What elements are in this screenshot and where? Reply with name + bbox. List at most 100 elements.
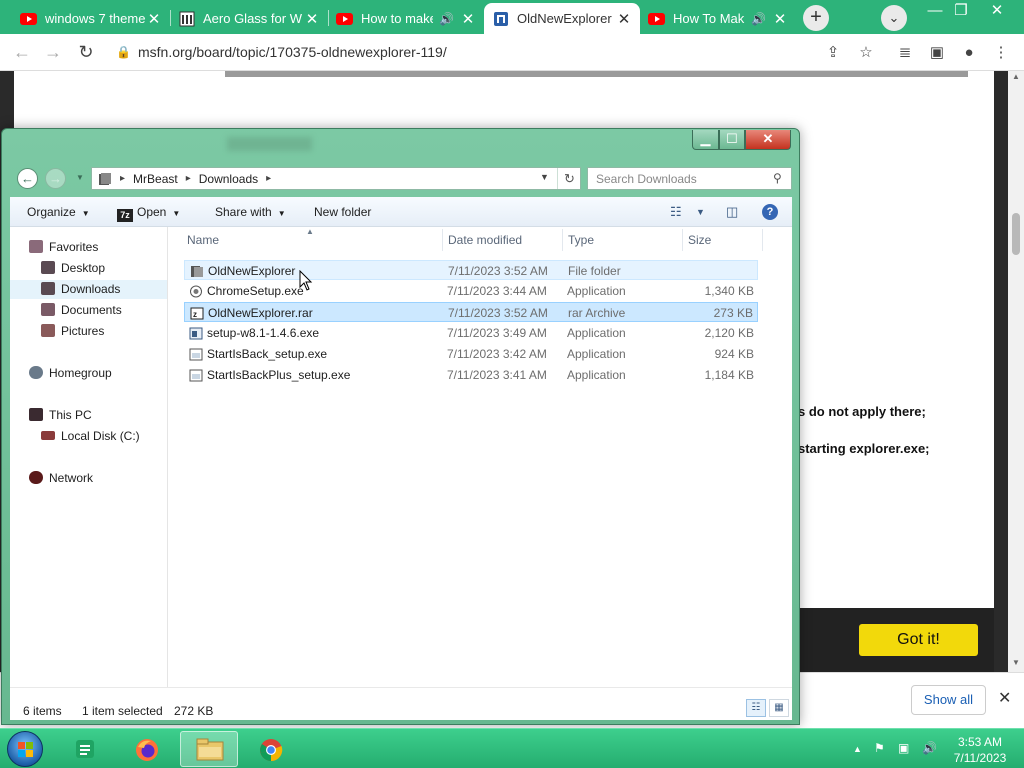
table-row[interactable]: z OldNewExplorer.rar 7/11/2023 3:52 AM r… bbox=[184, 302, 758, 322]
close-tab-icon[interactable]: ✕ bbox=[616, 10, 632, 28]
taskbar-firefox[interactable] bbox=[118, 731, 176, 767]
share-icon[interactable]: ⇪ bbox=[822, 42, 844, 64]
share-with-button[interactable]: Share with ▼ bbox=[215, 197, 286, 227]
column-header-size[interactable]: Size bbox=[688, 233, 711, 247]
cookie-accept-button[interactable]: Got it! bbox=[859, 624, 978, 656]
close-tab-icon[interactable]: ✕ bbox=[304, 10, 320, 28]
nav-downloads[interactable]: Downloads bbox=[10, 280, 167, 299]
browser-toolbar: ← → ↻ 🔒 msfn.org/board/topic/170375-oldn… bbox=[0, 34, 1024, 71]
table-row[interactable]: setup-w8.1-1.4.6.exe 7/11/2023 3:49 AM A… bbox=[184, 323, 758, 343]
table-row[interactable]: StartIsBackPlus_setup.exe 7/11/2023 3:41… bbox=[184, 365, 758, 385]
system-clock[interactable]: 3:53 AM 7/11/2023 bbox=[950, 734, 1010, 766]
large-icons-view-icon[interactable]: ▦ bbox=[769, 699, 789, 717]
address-bar[interactable]: 🔒 msfn.org/board/topic/170375-oldnewexpl… bbox=[110, 39, 890, 65]
app-icon bbox=[189, 368, 203, 382]
details-view-icon[interactable]: ☷ bbox=[746, 699, 766, 717]
view-options-icon[interactable]: ☷ bbox=[670, 204, 682, 220]
start-button[interactable] bbox=[7, 731, 43, 767]
user-folder-icon bbox=[98, 172, 112, 186]
page-scrollbar[interactable]: ▲ ▼ bbox=[1008, 71, 1024, 672]
breadcrumb-mrbeast[interactable]: MrBeast bbox=[133, 172, 178, 186]
selection-count: 1 item selected bbox=[82, 704, 163, 718]
organize-button[interactable]: Organize ▼ bbox=[27, 197, 90, 227]
refresh-icon[interactable]: ↻ bbox=[557, 168, 581, 189]
taskbar: ▲ ⚑ ▣ 🔊 3:53 AM 7/11/2023 bbox=[0, 728, 1024, 768]
column-header-date[interactable]: Date modified bbox=[448, 233, 522, 247]
tab-how-to-make[interactable]: How to make 🔊 ✕ bbox=[328, 3, 484, 34]
menu-kebab-icon[interactable]: ⋮ bbox=[990, 42, 1012, 64]
chevron-down-icon[interactable]: ▼ bbox=[696, 207, 705, 217]
maximize-icon[interactable]: ☐ bbox=[719, 130, 745, 150]
tab-title: Aero Glass for W bbox=[203, 11, 302, 26]
breadcrumb-separator-icon[interactable]: ▸ bbox=[186, 173, 191, 184]
bookmark-star-icon[interactable]: ☆ bbox=[855, 42, 877, 64]
youtube-icon bbox=[648, 10, 665, 27]
restore-icon[interactable]: ❐ bbox=[948, 2, 974, 20]
profile-avatar-icon[interactable]: ● bbox=[958, 42, 980, 64]
column-header-type[interactable]: Type bbox=[568, 233, 594, 247]
recent-locations-icon[interactable]: ▼ bbox=[76, 173, 84, 182]
close-tab-icon[interactable]: ✕ bbox=[772, 10, 788, 28]
reload-icon[interactable]: ↻ bbox=[74, 40, 98, 64]
close-download-bar-icon[interactable]: ✕ bbox=[998, 688, 1011, 708]
speaker-icon[interactable]: 🔊 bbox=[751, 12, 766, 26]
tab-windows7-theme[interactable]: windows 7 theme ✕ bbox=[12, 3, 170, 34]
breadcrumb-separator-icon[interactable]: ▸ bbox=[266, 173, 271, 184]
nav-network[interactable]: Network bbox=[29, 469, 93, 488]
new-tab-button[interactable]: + bbox=[803, 5, 829, 31]
search-downloads-input[interactable]: Search Downloads ⚲ bbox=[587, 167, 792, 190]
scrollbar-thumb[interactable] bbox=[1012, 213, 1020, 255]
table-row[interactable]: OldNewExplorer 7/11/2023 3:52 AM File fo… bbox=[184, 260, 758, 280]
column-header-name[interactable]: Name bbox=[187, 233, 219, 247]
back-arrow-icon[interactable]: ← bbox=[10, 40, 34, 64]
table-row[interactable]: StartIsBack_setup.exe 7/11/2023 3:42 AM … bbox=[184, 344, 758, 364]
nav-this-pc[interactable]: This PC bbox=[29, 406, 92, 425]
explorer-address-bar[interactable]: ▸ MrBeast ▸ Downloads ▸ ▼ ↻ bbox=[91, 167, 581, 190]
help-icon[interactable]: ? bbox=[762, 204, 778, 220]
tab-oldnewexplorer[interactable]: OldNewExplorer ✕ bbox=[484, 3, 640, 34]
desktop-icon bbox=[41, 261, 55, 274]
close-window-icon[interactable]: ✕ bbox=[984, 2, 1010, 20]
network-tray-icon[interactable]: ▣ bbox=[898, 741, 909, 755]
show-hidden-icons-icon[interactable]: ▲ bbox=[853, 744, 862, 754]
side-panel-icon[interactable]: ▣ bbox=[926, 42, 948, 64]
minimize-icon[interactable]: — bbox=[922, 2, 948, 20]
speaker-icon[interactable]: 🔊 bbox=[439, 12, 454, 26]
address-dropdown-icon[interactable]: ▼ bbox=[540, 172, 549, 182]
tab-search-icon[interactable]: ⌄ bbox=[881, 5, 907, 31]
nav-desktop[interactable]: Desktop bbox=[41, 259, 105, 278]
tab-how-to-mak[interactable]: How To Mak 🔊 ✕ bbox=[640, 3, 796, 34]
taskbar-explorer[interactable] bbox=[180, 731, 238, 767]
nav-pictures[interactable]: Pictures bbox=[41, 322, 104, 341]
close-tab-icon[interactable]: ✕ bbox=[146, 10, 162, 28]
show-all-downloads-button[interactable]: Show all bbox=[911, 685, 986, 715]
lock-icon[interactable]: 🔒 bbox=[116, 45, 132, 59]
url-text[interactable]: msfn.org/board/topic/170375-oldnewexplor… bbox=[138, 44, 447, 60]
forward-arrow-icon[interactable]: → bbox=[45, 168, 66, 189]
media-control-icon[interactable]: ≣ bbox=[894, 42, 916, 64]
close-tab-icon[interactable]: ✕ bbox=[460, 10, 476, 28]
breadcrumb-downloads[interactable]: Downloads bbox=[199, 172, 258, 186]
nav-favorites[interactable]: Favorites bbox=[29, 238, 98, 257]
volume-icon[interactable]: 🔊 bbox=[922, 741, 937, 755]
table-row[interactable]: ChromeSetup.exe 7/11/2023 3:44 AM Applic… bbox=[184, 281, 758, 301]
new-folder-button[interactable]: New folder bbox=[314, 197, 371, 227]
status-bar: 6 items 1 item selected 272 KB ☷ ▦ bbox=[10, 687, 792, 720]
nav-local-disk[interactable]: Local Disk (C:) bbox=[41, 427, 140, 446]
back-arrow-icon[interactable]: ← bbox=[17, 168, 38, 189]
forward-arrow-icon[interactable]: → bbox=[41, 40, 65, 64]
action-center-flag-icon[interactable]: ⚑ bbox=[874, 741, 885, 755]
breadcrumb-separator-icon[interactable]: ▸ bbox=[120, 173, 125, 184]
close-icon[interactable]: ✕ bbox=[745, 130, 791, 150]
open-button[interactable]: 7z Open ▼ bbox=[117, 197, 180, 227]
preview-pane-icon[interactable]: ◫ bbox=[726, 204, 738, 220]
scroll-down-icon[interactable]: ▼ bbox=[1012, 658, 1020, 667]
minimize-icon[interactable]: ▁ bbox=[692, 130, 719, 150]
taskbar-chrome[interactable] bbox=[242, 731, 300, 767]
nav-documents[interactable]: Documents bbox=[41, 301, 122, 320]
taskbar-google-docs[interactable] bbox=[56, 731, 114, 767]
scroll-up-icon[interactable]: ▲ bbox=[1012, 72, 1020, 81]
nav-homegroup[interactable]: Homegroup bbox=[29, 364, 112, 383]
search-icon[interactable]: ⚲ bbox=[773, 171, 782, 185]
tab-aero-glass[interactable]: Aero Glass for W ✕ bbox=[170, 3, 328, 34]
